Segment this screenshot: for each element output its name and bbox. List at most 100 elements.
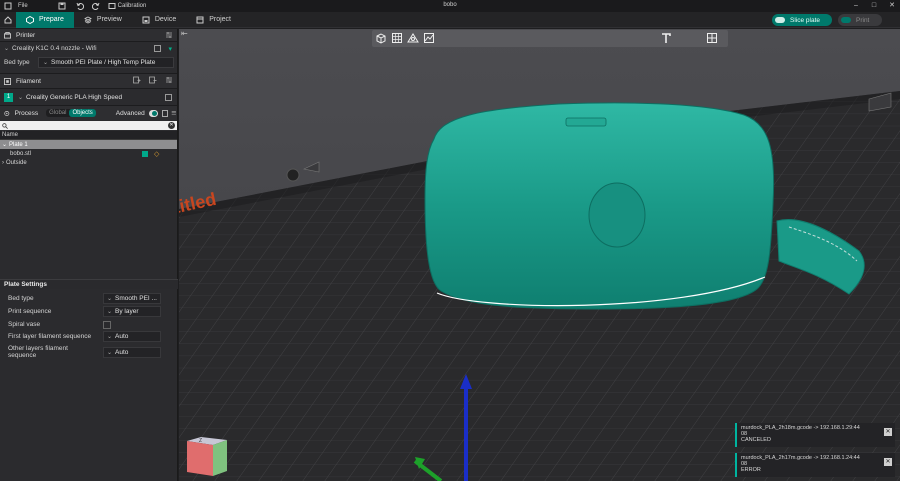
tree-row-outside[interactable]: › Outside	[0, 158, 177, 167]
plate-setting-print-sequence-label: Print sequence	[8, 308, 52, 315]
remove-filament-icon[interactable]	[149, 76, 157, 84]
clear-search-icon[interactable]: ✕	[168, 122, 175, 129]
filament-select[interactable]: ⌄ Creality Generic PLA High Speed	[16, 92, 166, 103]
toggle-objects[interactable]: Objects	[69, 109, 96, 117]
process-settings-icon[interactable]	[171, 110, 177, 117]
object-checkbox[interactable]	[142, 150, 148, 157]
tab-preview[interactable]: Preview	[74, 12, 132, 28]
title-bar: File Calibration bobo – □ ✕	[0, 0, 900, 12]
printer-name: Creality K1C 0.4 nozzle - Wifi	[12, 45, 97, 52]
object-search-input[interactable]: ✕	[0, 121, 177, 130]
printer-header-label: Printer	[16, 31, 36, 39]
print-dropdown-icon[interactable]	[841, 17, 851, 23]
spiral-vase-checkbox[interactable]	[103, 321, 111, 329]
plate-lock-icon[interactable]	[286, 168, 300, 182]
tab-device[interactable]: Device	[132, 12, 186, 28]
object-warning-icon[interactable]: ◇	[154, 150, 159, 158]
bed-type-select[interactable]: ⌄ Smooth PEI Plate / High Temp Plate	[38, 56, 174, 68]
notification-error-status: ERROR	[741, 467, 761, 473]
edit-filament-icon[interactable]	[165, 93, 172, 101]
chevron-down-icon: ⌄	[18, 94, 24, 101]
print-button[interactable]: Print	[838, 14, 882, 26]
tree-row-object-label: bobo.stl	[10, 150, 32, 157]
advanced-toggle[interactable]	[148, 109, 159, 117]
redo-button[interactable]	[91, 2, 102, 10]
project-icon	[196, 16, 204, 23]
undo-button[interactable]	[76, 2, 86, 10]
filament-index-badge[interactable]: 1	[4, 92, 13, 102]
build-plate-scene[interactable]: titled Z	[179, 29, 900, 481]
plate-edit-icon[interactable]	[303, 161, 320, 173]
chevron-down-icon: ⌄	[107, 309, 113, 315]
slice-plate-button[interactable]: Slice plate	[772, 14, 832, 26]
plate-setting-bed-type-value: Smooth PEI ...	[115, 295, 157, 302]
filament-row[interactable]: 1 ⌄ Creality Generic PLA High Speed	[0, 89, 177, 105]
plate-setting-first-layer: First layer filament sequence ⌄ Auto	[8, 331, 173, 342]
tree-row-object[interactable]: bobo.stl ◇	[0, 149, 177, 158]
process-compare-icon[interactable]	[162, 109, 169, 117]
orient-icon[interactable]	[407, 32, 419, 44]
bed-type-label: Bed type	[4, 58, 30, 66]
bed-type-row: Bed type ⌄ Smooth PEI Plate / High Temp …	[0, 55, 177, 69]
close-icon[interactable]: ✕	[888, 1, 896, 10]
text-tool-icon[interactable]	[660, 32, 672, 44]
plate-setting-other-layers-label: Other layers filament sequence	[8, 345, 68, 359]
slice-dropdown-icon[interactable]	[775, 17, 785, 23]
printer-settings-icon[interactable]	[165, 31, 173, 39]
tab-project-label: Project	[209, 16, 232, 23]
undo-icon	[76, 2, 84, 10]
grid-arrange-icon[interactable]	[391, 32, 403, 44]
chevron-down-icon[interactable]: ⌄	[2, 141, 7, 148]
lay-on-face-icon[interactable]	[423, 32, 435, 44]
tab-prepare-label: Prepare	[39, 16, 64, 23]
edit-printer-icon[interactable]	[154, 45, 161, 52]
notification-canceled: murdock_PLA_2h18m.gcode -> 192.168.1.29:…	[735, 423, 895, 447]
split-view-icon[interactable]	[706, 32, 718, 44]
bed-type-value: Smooth PEI Plate / High Temp Plate	[51, 58, 156, 66]
tab-home[interactable]	[0, 12, 16, 28]
menu-calibration[interactable]: Calibration	[108, 2, 146, 10]
add-object-icon[interactable]	[375, 32, 387, 44]
view-cube[interactable]: Z	[187, 437, 227, 476]
menu-file[interactable]: File	[18, 3, 28, 9]
plate-setting-print-sequence-select[interactable]: ⌄ By layer	[103, 306, 161, 317]
notification-canceled-status: CANCELED	[741, 437, 771, 443]
object-list-header: Name	[0, 131, 177, 140]
model-button	[588, 182, 646, 248]
tree-row-plate[interactable]: ⌄ Plate 1	[0, 140, 177, 149]
tab-preview-label: Preview	[96, 16, 122, 23]
maximize-icon[interactable]: □	[870, 1, 878, 10]
tree-row-plate-label: Plate 1	[9, 141, 28, 148]
plate-setting-first-layer-select[interactable]: ⌄ Auto	[103, 331, 161, 342]
toggle-global[interactable]: Global	[46, 109, 69, 117]
3d-viewport[interactable]: titled Z ⇤	[179, 29, 900, 481]
filament-name: Creality Generic PLA High Speed	[26, 93, 123, 101]
close-icon[interactable]: ✕	[884, 428, 892, 436]
preview-icon	[84, 16, 92, 23]
process-section-header: Process Global Objects Advanced	[0, 106, 177, 120]
plate-setting-bed-type-label: Bed type	[8, 295, 34, 302]
search-icon	[2, 122, 8, 129]
plate-setting-spiral-vase-label: Spiral vase	[8, 321, 41, 328]
tab-project[interactable]: Project	[186, 12, 241, 28]
minimize-icon[interactable]: –	[852, 1, 860, 10]
plate-setting-other-layers-value: Auto	[115, 349, 129, 356]
advanced-label: Advanced	[115, 109, 145, 117]
app-logo-icon	[4, 2, 12, 10]
close-icon[interactable]: ✕	[884, 458, 892, 466]
tab-prepare[interactable]: Prepare	[16, 11, 74, 28]
process-scope-toggle[interactable]: Global Objects	[46, 109, 96, 117]
save-button[interactable]	[58, 2, 68, 10]
wifi-icon[interactable]: ▾	[168, 45, 172, 53]
chevron-right-icon[interactable]: ›	[2, 160, 4, 166]
plate-setting-print-sequence-value: By layer	[115, 308, 139, 315]
collapse-sidebar-icon[interactable]: ⇤	[181, 29, 191, 39]
chevron-down-icon: ⌄	[107, 334, 113, 340]
add-filament-icon[interactable]	[133, 76, 141, 84]
process-icon	[4, 110, 10, 116]
filament-settings-icon[interactable]	[165, 76, 173, 84]
calibration-icon	[108, 3, 116, 9]
plate-setting-other-layers-select[interactable]: ⌄ Auto	[103, 347, 161, 358]
plate-setting-bed-type-select[interactable]: ⌄ Smooth PEI ...	[103, 293, 161, 304]
printer-select[interactable]: ⌄ Creality K1C 0.4 nozzle - Wifi ▾	[0, 42, 177, 55]
